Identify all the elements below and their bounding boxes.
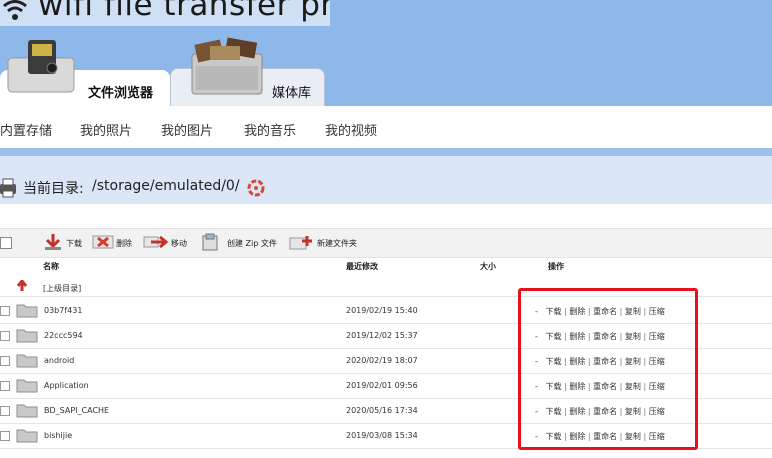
row-checkbox[interactable]: [0, 406, 10, 416]
move-button[interactable]: 移动: [143, 233, 193, 251]
up-arrow-icon: [16, 280, 28, 291]
download-arrow-icon: [45, 234, 61, 250]
download-button[interactable]: 下载: [42, 233, 90, 251]
current-directory-label: 当前目录:: [23, 181, 84, 197]
current-directory-path: /storage/emulated/0/: [92, 178, 240, 194]
create-zip-button[interactable]: 创建 Zip 文件: [200, 233, 284, 251]
nav-internal-storage[interactable]: 内置存储: [0, 120, 52, 139]
column-modified-header[interactable]: 最近修改: [346, 261, 378, 272]
new-folder-button-label: 新建文件夹: [317, 239, 357, 248]
row-checkbox[interactable]: [0, 306, 10, 316]
folder-icon: [16, 404, 38, 418]
actions-highlight-box: [518, 288, 698, 450]
media-box-icon: [191, 37, 263, 95]
folder-icon: [16, 354, 38, 368]
new-folder-button[interactable]: 新建文件夹: [289, 233, 365, 251]
tab-media-library-label: 媒体库: [272, 86, 312, 101]
folder-icon: [16, 429, 38, 443]
row-checkbox[interactable]: [0, 331, 10, 341]
printer-icon: [0, 178, 16, 198]
file-name-link[interactable]: bishijie: [44, 431, 72, 440]
nav-my-pictures[interactable]: 我的图片: [161, 120, 213, 139]
file-modified-date: 2019/02/19 15:40: [346, 306, 418, 315]
nav-divider-band: [0, 148, 772, 156]
nav-my-music[interactable]: 我的音乐: [244, 120, 296, 139]
file-modified-date: 2020/05/16 17:34: [346, 406, 418, 415]
move-button-label: 移动: [171, 239, 187, 248]
file-modified-date: 2020/02/19 18:07: [346, 356, 418, 365]
row-checkbox[interactable]: [0, 381, 10, 391]
file-name-link[interactable]: 03b7f431: [44, 306, 82, 315]
zip-icon: [202, 233, 218, 251]
nav-my-videos[interactable]: 我的视频: [325, 120, 377, 139]
file-modified-date: 2019/02/01 09:56: [346, 381, 418, 390]
nav-my-photos[interactable]: 我的照片: [80, 120, 132, 139]
file-modified-date: 2019/03/08 15:34: [346, 431, 418, 440]
column-size-header[interactable]: 大小: [480, 261, 496, 272]
refresh-icon[interactable]: [246, 178, 266, 198]
tab-file-browser[interactable]: 文件浏览器: [0, 0, 170, 106]
tab-file-browser-label: 文件浏览器: [88, 86, 154, 101]
new-folder-plus-icon: [289, 236, 312, 250]
folder-icon: [16, 329, 38, 343]
download-button-label: 下载: [66, 239, 82, 248]
file-name-link[interactable]: Application: [44, 381, 89, 390]
folder-icon: [16, 304, 38, 318]
file-name-link[interactable]: 22ccc594: [44, 331, 83, 340]
row-checkbox[interactable]: [0, 431, 10, 441]
delete-button[interactable]: 删除: [92, 233, 138, 251]
sd-card-icon: [7, 40, 75, 93]
file-toolbar: 下载 删除 移动 创建 Zip 文件 新建文件夹: [0, 228, 772, 258]
file-name-link[interactable]: BD_SAPI_CACHE: [44, 406, 109, 415]
storage-nav: 内置存储 我的照片 我的图片 我的音乐 我的视频: [0, 106, 772, 148]
column-actions-header: 操作: [548, 262, 564, 271]
parent-directory-link[interactable]: [上级目录]: [43, 283, 81, 294]
tab-media-library[interactable]: 媒体库: [170, 0, 325, 106]
create-zip-button-label: 创建 Zip 文件: [227, 239, 277, 248]
delete-button-label: 删除: [116, 239, 132, 248]
column-name-header[interactable]: 名称: [43, 261, 59, 272]
file-name-link[interactable]: android: [44, 356, 74, 365]
app-header: wifi file transfer pro 文件浏览器 媒体库: [0, 0, 772, 106]
current-directory-bar: 当前目录: /storage/emulated/0/: [0, 156, 772, 204]
table-header: 名称 最近修改 大小 操作: [0, 257, 772, 273]
folder-icon: [16, 379, 38, 393]
select-all-checkbox[interactable]: [0, 237, 12, 249]
delete-x-icon: [92, 235, 114, 249]
file-modified-date: 2019/12/02 15:37: [346, 331, 418, 340]
row-checkbox[interactable]: [0, 356, 10, 366]
move-arrow-icon: [143, 235, 169, 249]
